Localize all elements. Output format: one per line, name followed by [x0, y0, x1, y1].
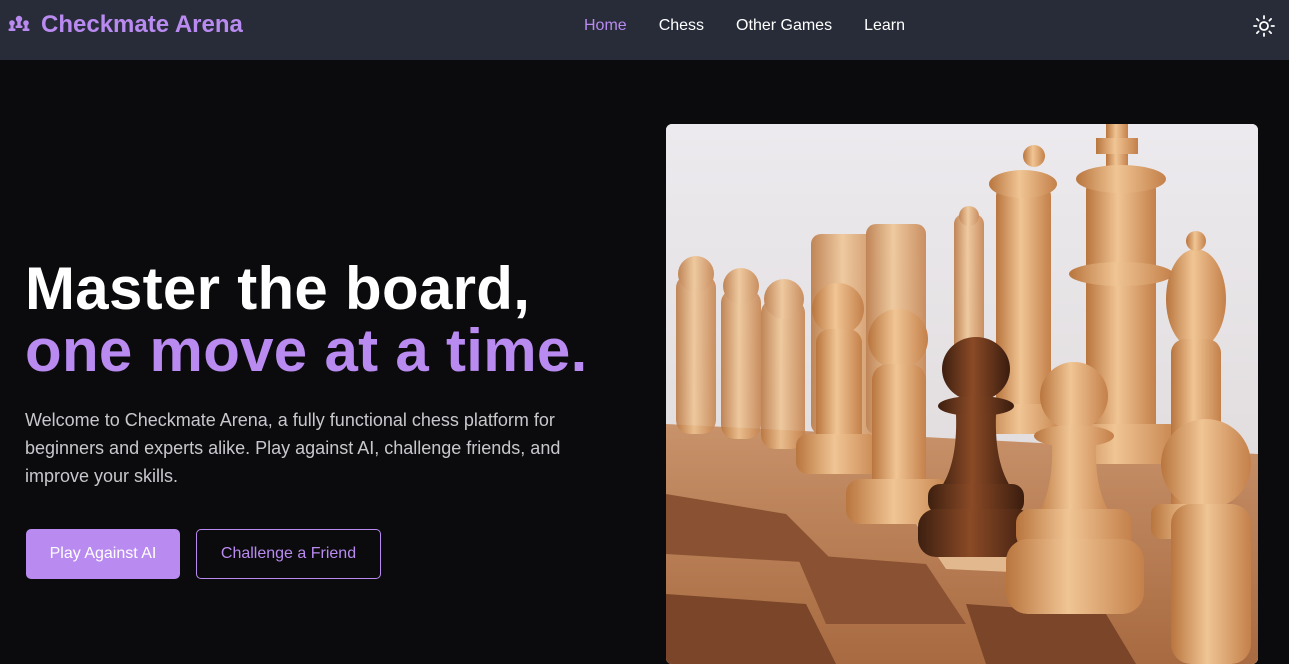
- sun-icon: [1253, 15, 1275, 37]
- challenge-friend-button[interactable]: Challenge a Friend: [196, 529, 381, 579]
- nav-link-chess[interactable]: Chess: [659, 16, 704, 36]
- nav-link-other-games[interactable]: Other Games: [736, 16, 832, 36]
- brand-name: Checkmate Arena: [41, 11, 243, 38]
- play-against-ai-button[interactable]: Play Against AI: [26, 529, 180, 579]
- nav-link-home[interactable]: Home: [584, 16, 627, 36]
- chess-pieces-icon: [8, 15, 30, 31]
- top-navbar: Checkmate Arena Home Chess Other Games L…: [0, 0, 1289, 60]
- hero-title: Master the board, one move at a time.: [25, 258, 588, 382]
- hero-title-line2: one move at a time.: [25, 317, 588, 384]
- brand-logo-link[interactable]: Checkmate Arena: [7, 10, 243, 40]
- hero-description: Welcome to Checkmate Arena, a fully func…: [25, 410, 561, 486]
- main-nav: Home Chess Other Games Learn: [584, 16, 937, 36]
- theme-toggle-button[interactable]: [1252, 14, 1276, 38]
- hero-title-line1: Master the board,: [25, 255, 531, 322]
- hero-chess-image: [666, 124, 1258, 664]
- nav-link-learn[interactable]: Learn: [864, 16, 905, 36]
